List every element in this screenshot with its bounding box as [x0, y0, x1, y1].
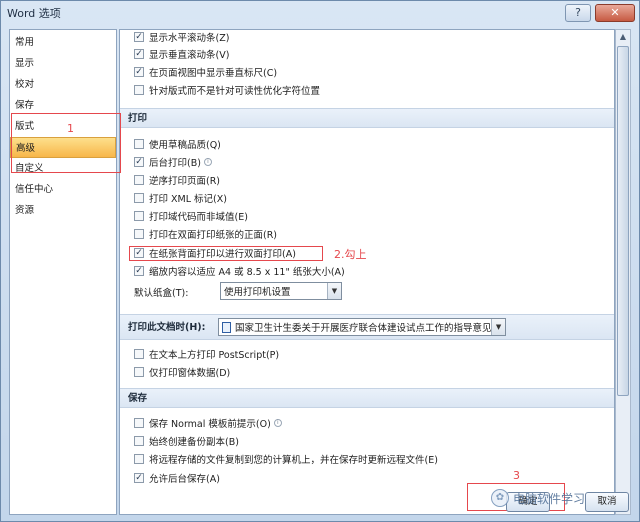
nav-item-display[interactable]: 显示	[10, 53, 116, 74]
checkbox[interactable]	[134, 193, 144, 203]
scroll-thumb[interactable]	[617, 46, 629, 396]
scroll-up-icon[interactable]: ▲	[616, 30, 630, 44]
checkbox[interactable]: ✓	[134, 67, 144, 77]
option-always-backup[interactable]: 始终创建备份副本(B)	[134, 434, 239, 448]
nav-item-trust-center[interactable]: 信任中心	[10, 179, 116, 200]
title-bar: Word 选项 ? ✕	[1, 1, 639, 25]
print-section-heading: 打印	[120, 108, 614, 128]
nav-item-common[interactable]: 常用	[10, 32, 116, 53]
option-show-vertical-scrollbar[interactable]: ✓ 显示垂直滚动条(V)	[134, 47, 229, 61]
checkbox[interactable]	[134, 211, 144, 221]
print-doc-select[interactable]: 国家卫生计生委关于开展医疗联合体建设试点工作的指导意见 ▼	[218, 318, 506, 336]
document-icon	[222, 321, 231, 333]
checkbox[interactable]	[134, 229, 144, 239]
option-show-horizontal-scrollbar[interactable]: ✓ 显示水平滚动条(Z)	[134, 30, 229, 44]
checkbox[interactable]	[134, 454, 144, 464]
option-print-field-codes[interactable]: 打印域代码而非域值(E)	[134, 209, 248, 223]
close-button[interactable]: ✕	[595, 4, 635, 22]
checkbox[interactable]: ✓	[134, 266, 144, 276]
annotation-label-2: 2.勾上	[334, 248, 367, 261]
options-nav: 常用 显示 校对 保存 版式 高级 自定义 信任中心 资源	[9, 29, 117, 515]
watermark: ✿ 电脑软件学习	[491, 489, 585, 507]
checkbox[interactable]: ✓	[134, 49, 144, 59]
checkbox[interactable]	[134, 175, 144, 185]
help-button[interactable]: ?	[565, 4, 591, 22]
nav-item-resources[interactable]: 资源	[10, 200, 116, 221]
option-optimize-char-position[interactable]: 针对版式而不是针对可读性优化字符位置	[134, 83, 320, 97]
option-print-form-data[interactable]: 仅打印窗体数据(D)	[134, 365, 230, 379]
default-tray-select[interactable]: 使用打印机设置 ▼	[220, 282, 342, 300]
option-scale-to-paper[interactable]: ✓ 缩放内容以适应 A4 或 8.5 x 11" 纸张大小(A)	[134, 264, 345, 278]
word-options-dialog: Word 选项 ? ✕ 常用 显示 校对 保存 版式 高级 自定义 信任中心 资…	[0, 0, 640, 522]
option-background-save[interactable]: ✓ 允许后台保存(A)	[134, 471, 220, 485]
default-tray-label: 默认纸盒(T):	[134, 288, 189, 299]
advanced-options-panel: ✓ 显示水平滚动条(Z) ✓ 显示垂直滚动条(V) ✓ 在页面视图中显示垂直标尺(C)…	[119, 29, 615, 515]
annotation-label-1: 1	[67, 122, 74, 135]
annotation-box-1	[11, 113, 121, 173]
chevron-down-icon: ▼	[491, 319, 505, 335]
option-reverse-print[interactable]: 逆序打印页面(R)	[134, 173, 220, 187]
save-section-heading: 保存	[120, 388, 614, 408]
annotation-label-3: 3	[513, 469, 520, 482]
vertical-scrollbar[interactable]: ▲ ▼	[615, 29, 631, 515]
checkbox[interactable]	[134, 139, 144, 149]
checkbox[interactable]: ✓	[134, 157, 144, 167]
option-copy-remote-files[interactable]: 将远程存储的文件复制到您的计算机上，并在保存时更新远程文件(E)	[134, 452, 438, 466]
option-print-postscript[interactable]: 在文本上方打印 PostScript(P)	[134, 347, 279, 361]
option-show-vertical-ruler[interactable]: ✓ 在页面视图中显示垂直标尺(C)	[134, 65, 277, 79]
print-doc-heading: 打印此文档时(H):	[128, 322, 206, 333]
checkbox[interactable]: ✓	[134, 473, 144, 483]
checkbox[interactable]	[134, 367, 144, 377]
annotation-box-2	[129, 246, 323, 261]
info-icon: i	[203, 158, 212, 166]
option-draft-quality[interactable]: 使用草稿品质(Q)	[134, 137, 221, 151]
checkbox[interactable]	[134, 85, 144, 95]
checkbox[interactable]: ✓	[134, 32, 144, 42]
checkbox[interactable]	[134, 436, 144, 446]
checkbox[interactable]	[134, 349, 144, 359]
nav-item-proofing[interactable]: 校对	[10, 74, 116, 95]
cancel-button[interactable]: 取消	[585, 492, 629, 512]
option-print-xml-tags[interactable]: 打印 XML 标记(X)	[134, 191, 227, 205]
chevron-down-icon: ▼	[327, 283, 341, 299]
option-background-print[interactable]: ✓ 后台打印(B) i	[134, 155, 212, 169]
checkbox[interactable]	[134, 418, 144, 428]
wechat-icon: ✿	[491, 489, 509, 507]
info-icon: i	[273, 419, 282, 427]
option-prompt-normal-template[interactable]: 保存 Normal 模板前提示(O) i	[134, 416, 282, 430]
window-title: Word 选项	[7, 7, 61, 20]
option-print-front-side[interactable]: 打印在双面打印纸张的正面(R)	[134, 227, 277, 241]
